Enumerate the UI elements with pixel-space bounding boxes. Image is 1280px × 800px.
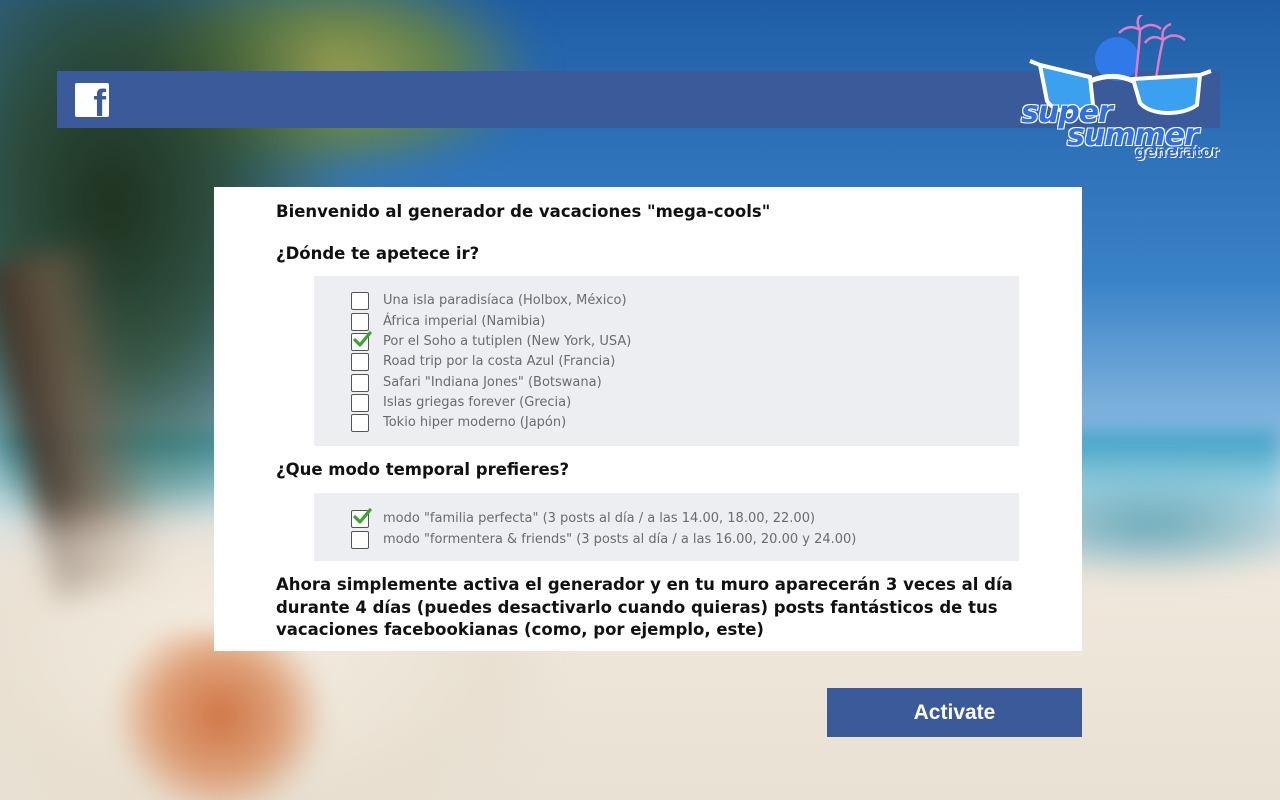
facebook-icon[interactable]: f — [75, 83, 109, 117]
destination-options-panel: Una isla paradisíaca (Holbox, México) Áf… — [314, 276, 1019, 446]
facebook-glyph: f — [93, 83, 106, 117]
destination-option-label: Una isla paradisíaca (Holbox, México) — [383, 293, 627, 308]
mode-options-panel: modo "familia perfecta" (3 posts al día … — [314, 493, 1019, 561]
checkbox[interactable] — [351, 292, 369, 310]
checkbox[interactable] — [351, 531, 369, 549]
checkmark-icon — [353, 331, 372, 347]
destination-option-label: Islas griegas forever (Grecia) — [383, 395, 572, 410]
destination-question: ¿Dónde te apetece ir? — [276, 244, 480, 263]
destination-option-label: África imperial (Namibia) — [383, 314, 546, 329]
destination-option-label: Por el Soho a tutiplen (New York, USA) — [383, 334, 632, 349]
checkbox[interactable] — [351, 353, 369, 371]
mode-option-label: modo "formentera & friends" (3 posts al … — [383, 532, 857, 547]
closing-instructions: Ahora simplemente activa el generador y … — [276, 575, 1013, 639]
activate-button[interactable]: Activate — [827, 688, 1082, 737]
super-summer-generator-logo: super summer generator — [1015, 15, 1225, 165]
checkbox[interactable] — [351, 414, 369, 432]
destination-option-label: Safari "Indiana Jones" (Botswana) — [383, 375, 602, 390]
destination-option-label: Tokio hiper moderno (Japón) — [383, 415, 567, 430]
destination-option-label: Road trip por la costa Azul (Francia) — [383, 354, 616, 369]
brand-text-generator: generator — [1135, 143, 1220, 161]
mode-option-label: modo "familia perfecta" (3 posts al día … — [383, 511, 816, 526]
mode-question: ¿Que modo temporal prefieres? — [276, 460, 570, 479]
welcome-heading: Bienvenido al generador de vacaciones "m… — [276, 202, 771, 221]
checkbox[interactable] — [351, 374, 369, 392]
setup-card: Bienvenido al generador de vacaciones "m… — [214, 187, 1082, 651]
checkbox[interactable] — [351, 394, 369, 412]
checkmark-icon — [353, 508, 372, 524]
checkbox[interactable] — [351, 313, 369, 331]
